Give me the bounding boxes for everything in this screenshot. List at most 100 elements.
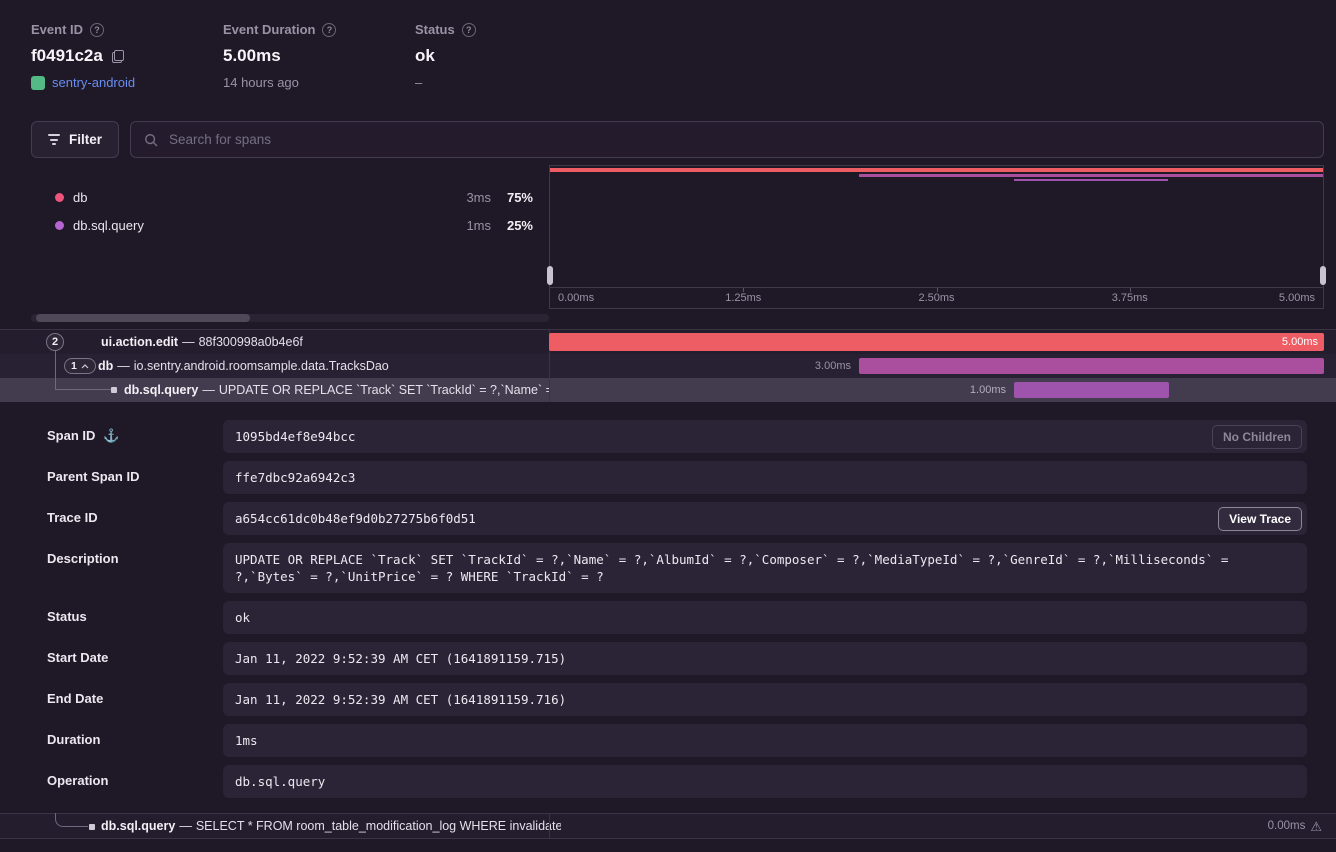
minimap-left-handle[interactable] (547, 266, 553, 285)
help-icon[interactable]: ? (322, 23, 336, 37)
span-duration-bar[interactable] (859, 358, 1324, 374)
detail-row-parent-span-id: Parent Span ID ffe7dbc92a6942c3 (47, 461, 1307, 494)
span-row-ui-action-edit[interactable]: 2 ui.action.edit—88f300998a0b4e6f 5.00ms (0, 330, 1336, 354)
span-op: db (98, 359, 113, 373)
event-duration-column: Event Duration ? 5.00ms 14 hours ago (223, 22, 336, 90)
status-label-row: Status ? (415, 22, 476, 37)
trace-id-label: Trace ID (47, 502, 223, 535)
column-divider (549, 814, 550, 839)
time-tick-label: 5.00ms (1279, 292, 1315, 304)
minimap-right-handle[interactable] (1320, 266, 1326, 285)
span-op: ui.action.edit (101, 335, 178, 349)
span-id-value-box: 1095bd4ef8e94bcc No Children (223, 420, 1307, 453)
chevron-up-icon (81, 364, 89, 369)
detail-row-duration: Duration 1ms (47, 724, 1307, 757)
span-children-badge[interactable]: 1 (64, 358, 96, 374)
span-description: UPDATE OR REPLACE `Track` SET `TrackId` … (219, 383, 549, 397)
event-id-column: Event ID ? f0491c2a sentry-android (31, 22, 135, 90)
trace-minimap[interactable]: 0.00ms 1.25ms 2.50ms 3.75ms 5.00ms (549, 165, 1324, 309)
ops-breakdown-item-db-sql-query: db.sql.query 1ms 25% (31, 213, 549, 237)
legend-op-percent: 75% (507, 190, 533, 205)
span-duration-bar[interactable]: 5.00ms (549, 333, 1324, 351)
event-duration-label-row: Event Duration ? (223, 22, 336, 37)
parent-span-id-value: ffe7dbc92a6942c3 (223, 461, 1307, 494)
span-id-label: Span ID (47, 428, 95, 443)
event-id-value-row: f0491c2a (31, 46, 135, 66)
tree-connector-elbow (55, 813, 88, 827)
warning-icon: ⚠ (1310, 814, 1322, 839)
span-row-title: db.sql.query—SELECT * FROM room_table_mo… (101, 814, 561, 839)
detail-row-description: Description UPDATE OR REPLACE `Track` SE… (47, 543, 1307, 593)
minimap-span-bar (550, 168, 1323, 172)
status-column: Status ? ok – (415, 22, 476, 90)
span-duration-label: 1.00ms (970, 378, 1006, 402)
detail-row-trace-id: Trace ID a654cc61dc0b48ef9d0b27275b6f0d5… (47, 502, 1307, 535)
legend-op-duration: 3ms (466, 190, 491, 205)
end-date-label: End Date (47, 683, 223, 716)
detail-row-operation: Operation db.sql.query (47, 765, 1307, 798)
event-trace-page: Event ID ? f0491c2a sentry-android Event… (0, 0, 1336, 852)
trace-id-value-box: a654cc61dc0b48ef9d0b27275b6f0d51 View Tr… (223, 502, 1307, 535)
event-id-value: f0491c2a (31, 46, 103, 66)
project-link[interactable]: sentry-android (52, 75, 135, 90)
filter-button[interactable]: Filter (31, 121, 119, 158)
legend-op-name: db.sql.query (73, 218, 144, 233)
badge-count: 1 (71, 360, 77, 372)
span-row-db-sql-query-select[interactable]: db.sql.query—SELECT * FROM room_table_mo… (0, 813, 1336, 839)
view-trace-button[interactable]: View Trace (1218, 507, 1302, 531)
separator: — (202, 383, 215, 397)
legend-op-name: db (73, 190, 87, 205)
span-duration-label-row: 0.00ms ⚠ (1268, 814, 1322, 839)
filter-button-label: Filter (69, 132, 102, 147)
end-date-value: Jan 11, 2022 9:52:39 AM CET (1641891159.… (223, 683, 1307, 716)
span-id-value: 1095bd4ef8e94bcc (235, 429, 355, 444)
span-row-db[interactable]: 1 db — io.sentry.android.roomsample.data.T… (0, 354, 1336, 378)
span-duration-bar[interactable] (1014, 382, 1169, 398)
tree-bullet-icon (89, 824, 95, 830)
detail-row-end-date: End Date Jan 11, 2022 9:52:39 AM CET (16… (47, 683, 1307, 716)
span-op: db.sql.query (124, 383, 198, 397)
span-description: io.sentry.android.roomsample.data.Tracks… (134, 359, 389, 373)
detail-row-start-date: Start Date Jan 11, 2022 9:52:39 AM CET (… (47, 642, 1307, 675)
time-tick-label: 0.00ms (558, 292, 594, 304)
detail-row-status: Status ok (47, 601, 1307, 634)
span-bar-area: 5.00ms (549, 330, 1324, 354)
event-duration-value: 5.00ms (223, 46, 336, 66)
span-children-badge[interactable]: 2 (46, 333, 64, 351)
span-duration-label: 3.00ms (815, 354, 851, 378)
status-subtext: – (415, 75, 476, 90)
horizontal-scrollbar-thumb[interactable] (36, 314, 250, 322)
span-duration-label: 5.00ms (1282, 333, 1318, 351)
filter-icon (48, 134, 60, 145)
span-row-db-sql-query-selected[interactable]: db.sql.query — UPDATE OR REPLACE `Track` S… (0, 378, 1336, 402)
time-tick-label: 2.50ms (918, 292, 954, 304)
separator: — (117, 359, 130, 373)
minimap-span-bar (859, 174, 1323, 177)
description-label: Description (47, 543, 223, 593)
copy-icon[interactable] (112, 50, 124, 63)
help-icon[interactable]: ? (90, 23, 104, 37)
event-id-label: Event ID (31, 22, 83, 37)
span-row-title: db.sql.query — UPDATE OR REPLACE `Track` S… (0, 378, 549, 402)
help-icon[interactable]: ? (462, 23, 476, 37)
event-time-ago: 14 hours ago (223, 75, 336, 90)
anchor-icon[interactable]: ⚓ (103, 428, 119, 444)
search-input[interactable] (167, 131, 1310, 148)
description-value: UPDATE OR REPLACE `Track` SET `TrackId` … (223, 543, 1307, 593)
operation-label: Operation (47, 765, 223, 798)
legend-op-duration: 1ms (466, 218, 491, 233)
parent-span-id-label: Parent Span ID (47, 461, 223, 494)
status-label: Status (415, 22, 455, 37)
status-detail-value: ok (223, 601, 1307, 634)
span-tree: 2 ui.action.edit—88f300998a0b4e6f 5.00ms… (0, 329, 1336, 402)
time-tick-label: 3.75ms (1112, 292, 1148, 304)
ops-breakdown-item-db: db 3ms 75% (31, 185, 549, 209)
project-avatar (31, 76, 45, 90)
duration-detail-label: Duration (47, 724, 223, 757)
start-date-value: Jan 11, 2022 9:52:39 AM CET (1641891159.… (223, 642, 1307, 675)
project-row: sentry-android (31, 75, 135, 90)
trace-id-value: a654cc61dc0b48ef9d0b27275b6f0d51 (235, 511, 476, 526)
span-search-box (130, 121, 1324, 158)
time-axis: 0.00ms 1.25ms 2.50ms 3.75ms 5.00ms (550, 287, 1323, 308)
no-children-button: No Children (1212, 425, 1302, 449)
